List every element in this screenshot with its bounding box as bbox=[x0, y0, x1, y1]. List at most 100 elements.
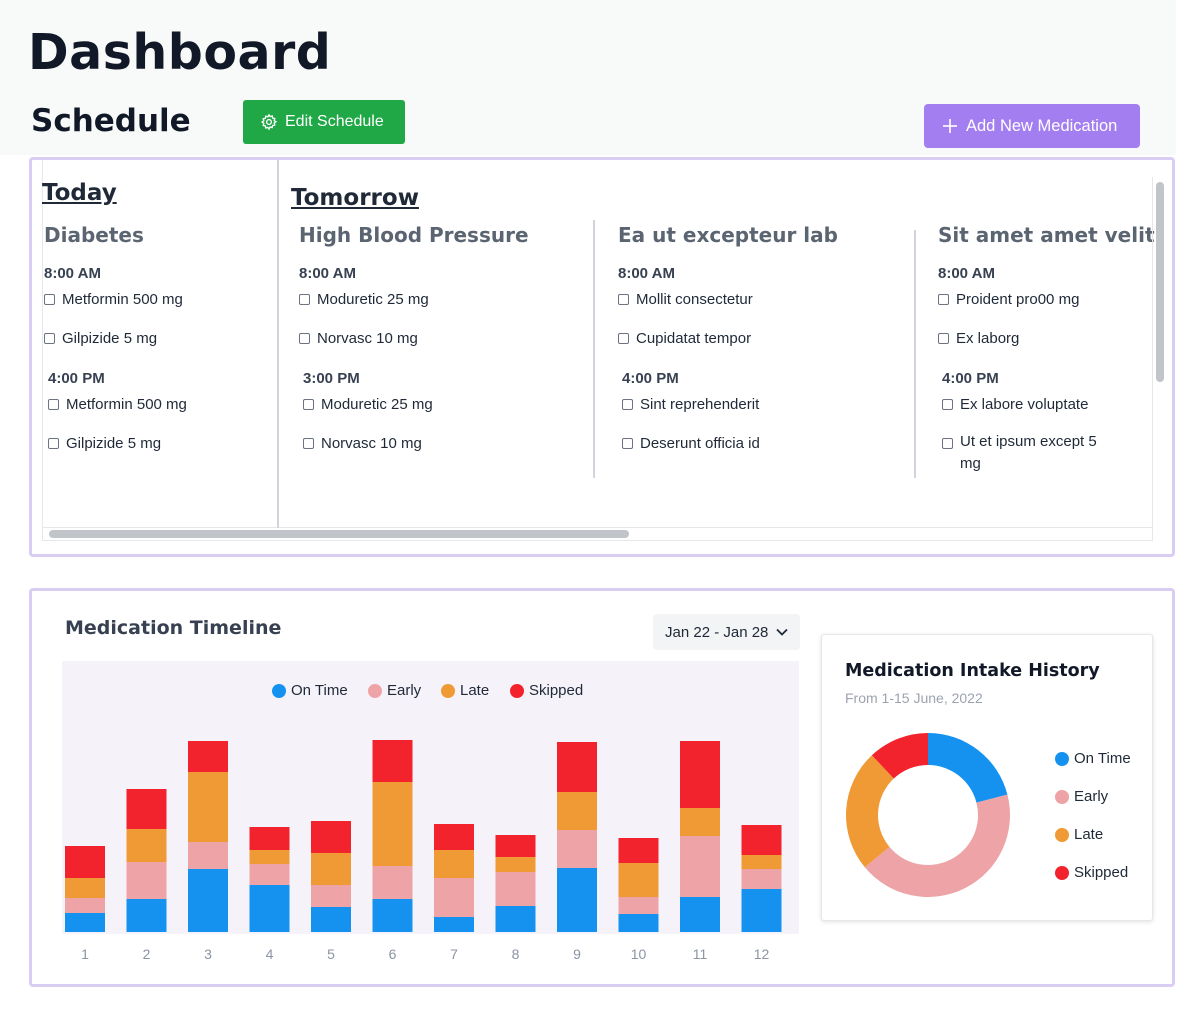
bar-segment-on-time[interactable] bbox=[188, 869, 228, 932]
med-item[interactable]: Ut et ipsum except 5 mg bbox=[942, 433, 1102, 474]
bar-segment-late[interactable] bbox=[188, 772, 228, 842]
med-checkbox[interactable] bbox=[299, 294, 310, 305]
bar-segment-skipped[interactable] bbox=[249, 827, 290, 850]
time-label: 8:00 AM bbox=[938, 265, 995, 282]
med-label: Moduretic 25 mg bbox=[321, 396, 433, 413]
horizontal-scrollbar-thumb[interactable] bbox=[49, 530, 629, 538]
donut-slice-on-time[interactable] bbox=[928, 733, 1008, 803]
bar-segment-on-time[interactable] bbox=[126, 899, 167, 932]
med-checkbox[interactable] bbox=[938, 333, 949, 344]
vertical-scrollbar[interactable] bbox=[1152, 177, 1167, 527]
med-label: Metformin 500 mg bbox=[62, 291, 183, 308]
med-item[interactable]: Gilpizide 5 mg bbox=[48, 435, 264, 474]
bar-segment-on-time[interactable] bbox=[434, 917, 474, 932]
donut-legend-on-time[interactable]: On Time bbox=[1055, 750, 1131, 767]
bar-segment-skipped[interactable] bbox=[557, 742, 597, 792]
bar-segment-skipped[interactable] bbox=[434, 824, 474, 850]
med-item[interactable]: Moduretic 25 mg bbox=[299, 291, 589, 330]
med-item[interactable]: Norvasc 10 mg bbox=[303, 435, 589, 474]
med-item[interactable]: Ex labore voluptate bbox=[942, 396, 1148, 435]
med-checkbox[interactable] bbox=[299, 333, 310, 344]
bar-segment-on-time[interactable] bbox=[618, 914, 659, 932]
bar-segment-late[interactable] bbox=[311, 853, 351, 885]
bar-segment-skipped[interactable] bbox=[126, 789, 167, 829]
bar-segment-skipped[interactable] bbox=[188, 741, 228, 772]
bar-segment-early[interactable] bbox=[434, 878, 474, 917]
bar-segment-skipped[interactable] bbox=[372, 740, 413, 782]
bar-segment-late[interactable] bbox=[434, 850, 474, 878]
donut-legend-late[interactable]: Late bbox=[1055, 826, 1103, 843]
bar-segment-late[interactable] bbox=[126, 829, 167, 862]
bar-segment-on-time[interactable] bbox=[495, 906, 536, 932]
bar-segment-early[interactable] bbox=[680, 836, 720, 897]
bar-segment-skipped[interactable] bbox=[680, 741, 720, 808]
horizontal-scrollbar[interactable] bbox=[42, 525, 1153, 541]
bar-segment-skipped[interactable] bbox=[741, 825, 782, 855]
med-checkbox[interactable] bbox=[44, 294, 55, 305]
med-item[interactable]: Cupidatat tempor bbox=[618, 330, 908, 369]
edit-schedule-label: Edit Schedule bbox=[285, 113, 384, 130]
bar-segment-skipped[interactable] bbox=[65, 846, 105, 878]
donut-legend-skipped[interactable]: Skipped bbox=[1055, 864, 1128, 881]
bar-segment-late[interactable] bbox=[372, 782, 413, 866]
bar-segment-on-time[interactable] bbox=[741, 889, 782, 932]
bar-segment-on-time[interactable] bbox=[680, 897, 720, 932]
bar-segment-early[interactable] bbox=[65, 898, 105, 913]
med-item[interactable]: Proident pro00 mg bbox=[938, 291, 1148, 330]
med-checkbox[interactable] bbox=[303, 399, 314, 410]
bar-segment-late[interactable] bbox=[557, 792, 597, 830]
med-item[interactable]: Gilpizide 5 mg bbox=[44, 330, 264, 369]
med-item[interactable]: Deserunt officia id bbox=[622, 435, 908, 474]
bar-segment-early[interactable] bbox=[372, 866, 413, 899]
condition-title: Sit amet amet velit bbox=[938, 223, 1155, 247]
bar-segment-early[interactable] bbox=[311, 885, 351, 907]
bar-segment-early[interactable] bbox=[188, 842, 228, 869]
med-item[interactable]: Mollit consectetur bbox=[618, 291, 908, 330]
bar-segment-late[interactable] bbox=[249, 850, 290, 864]
med-item[interactable]: Moduretic 25 mg bbox=[303, 396, 589, 435]
bar-segment-skipped[interactable] bbox=[311, 821, 351, 853]
med-item[interactable]: Metformin 500 mg bbox=[44, 291, 264, 330]
time-label: 4:00 PM bbox=[48, 370, 105, 387]
charts-panel: Medication Timeline Jan 22 - Jan 28 On T… bbox=[29, 588, 1175, 987]
bar-segment-on-time[interactable] bbox=[557, 868, 597, 932]
bar-segment-early[interactable] bbox=[126, 862, 167, 899]
bar-segment-on-time[interactable] bbox=[249, 885, 290, 932]
bar-segment-late[interactable] bbox=[65, 878, 105, 898]
vertical-scrollbar-thumb[interactable] bbox=[1156, 182, 1164, 382]
bar-segment-late[interactable] bbox=[495, 857, 536, 872]
med-item[interactable]: Metformin 500 mg bbox=[48, 396, 264, 435]
med-checkbox[interactable] bbox=[942, 438, 953, 449]
med-checkbox[interactable] bbox=[48, 399, 59, 410]
med-checkbox[interactable] bbox=[622, 399, 633, 410]
bar-segment-early[interactable] bbox=[741, 869, 782, 889]
add-new-medication-button[interactable]: Add New Medication bbox=[924, 104, 1140, 148]
bar-segment-early[interactable] bbox=[618, 897, 659, 914]
med-checkbox[interactable] bbox=[618, 333, 629, 344]
med-label: Deserunt officia id bbox=[640, 435, 760, 452]
donut-legend-early[interactable]: Early bbox=[1055, 788, 1108, 805]
bar-segment-on-time[interactable] bbox=[311, 907, 351, 932]
bar-segment-skipped[interactable] bbox=[495, 835, 536, 857]
med-checkbox[interactable] bbox=[618, 294, 629, 305]
bar-segment-skipped[interactable] bbox=[618, 838, 659, 863]
bar-segment-on-time[interactable] bbox=[372, 899, 413, 932]
med-item[interactable]: Norvasc 10 mg bbox=[299, 330, 589, 369]
med-checkbox[interactable] bbox=[622, 438, 633, 449]
med-checkbox[interactable] bbox=[48, 438, 59, 449]
med-checkbox[interactable] bbox=[303, 438, 314, 449]
med-item[interactable]: Ex laborg bbox=[938, 330, 1148, 369]
date-range-dropdown[interactable]: Jan 22 - Jan 28 bbox=[653, 614, 800, 650]
med-checkbox[interactable] bbox=[44, 333, 55, 344]
med-checkbox[interactable] bbox=[938, 294, 949, 305]
bar-segment-early[interactable] bbox=[249, 864, 290, 885]
bar-segment-late[interactable] bbox=[680, 808, 720, 836]
med-item[interactable]: Sint reprehenderit bbox=[622, 396, 908, 435]
med-checkbox[interactable] bbox=[942, 399, 953, 410]
bar-segment-on-time[interactable] bbox=[65, 913, 105, 932]
edit-schedule-button[interactable]: Edit Schedule bbox=[243, 100, 405, 144]
bar-segment-early[interactable] bbox=[557, 830, 597, 868]
bar-segment-early[interactable] bbox=[495, 872, 536, 906]
bar-segment-late[interactable] bbox=[618, 863, 659, 897]
bar-segment-late[interactable] bbox=[741, 855, 782, 869]
